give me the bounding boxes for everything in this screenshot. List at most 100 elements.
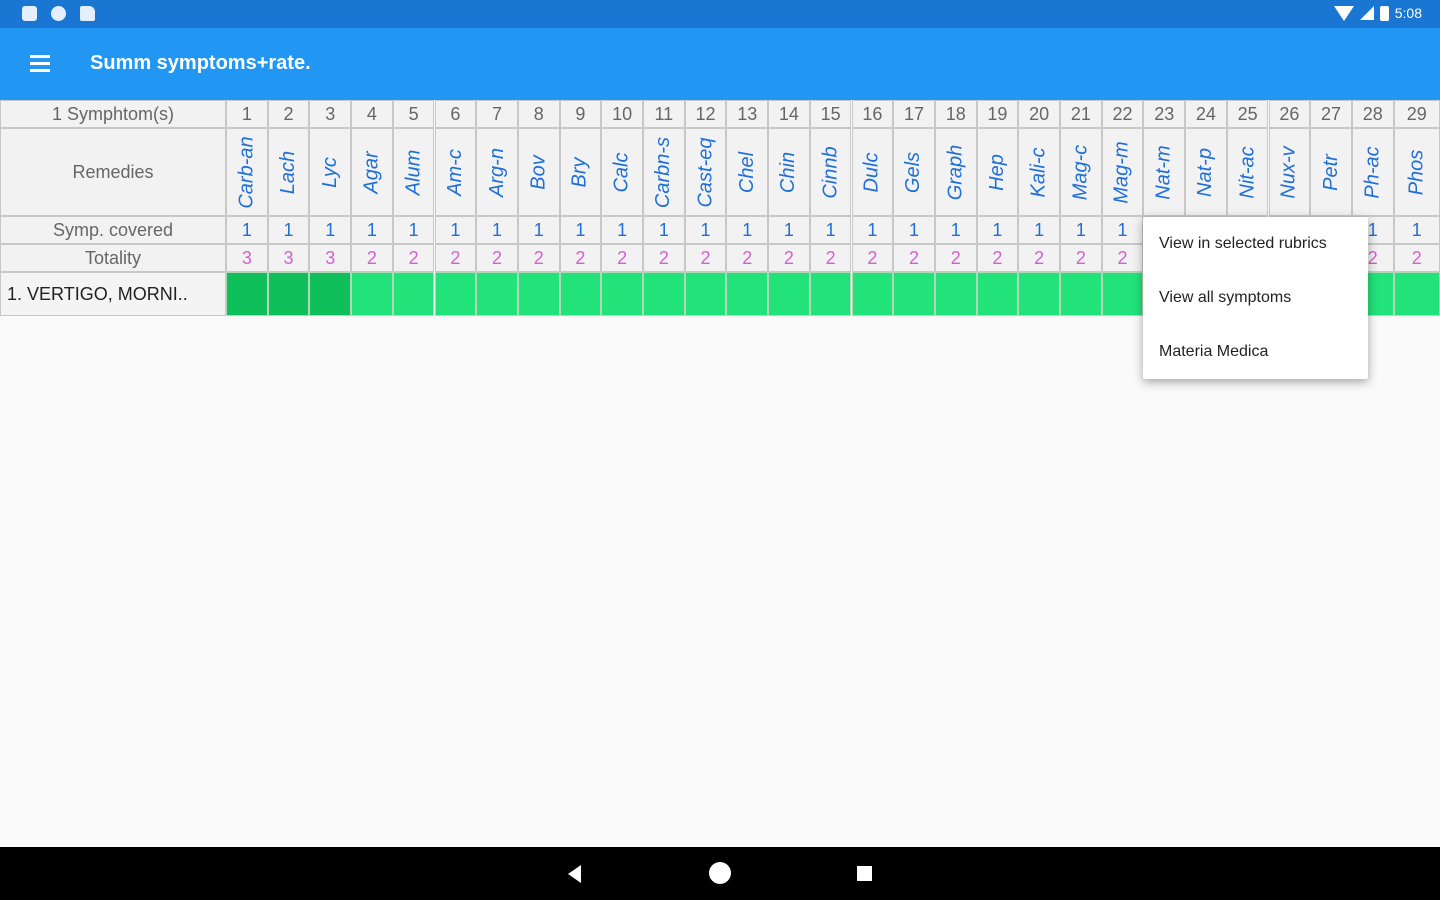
remedy-name: Agar	[360, 150, 383, 194]
column-number: 11	[643, 100, 685, 128]
remedy-header[interactable]: Cinnb	[809, 128, 852, 216]
symptom-score-cell[interactable]	[893, 272, 935, 316]
symptoms-covered-value: 1	[643, 216, 685, 244]
remedy-header[interactable]: Graph	[934, 128, 977, 216]
symptoms-covered-value: 1	[351, 216, 393, 244]
menu-item-materia-medica[interactable]: Materia Medica	[1159, 343, 1268, 361]
hamburger-menu-icon[interactable]	[22, 50, 58, 78]
remedy-header[interactable]: Nux-v	[1268, 128, 1311, 216]
symptoms-covered-value: 1	[1060, 216, 1102, 244]
column-number: 6	[434, 100, 477, 128]
symptom-score-cell[interactable]	[559, 272, 602, 316]
symptom-score-cell[interactable]	[809, 272, 852, 316]
menu-item-view-all-symptoms[interactable]: View all symptoms	[1159, 289, 1291, 307]
symptoms-covered-value: 1	[559, 216, 602, 244]
remedy-header[interactable]: Hep	[976, 128, 1019, 216]
remedy-header[interactable]: Lyc	[309, 128, 352, 216]
notification-icon	[22, 6, 37, 21]
back-icon[interactable]	[568, 865, 581, 883]
column-number: 24	[1185, 100, 1227, 128]
remedy-name: Lyc	[318, 156, 341, 188]
remedy-name: Chel	[735, 151, 758, 193]
totality-value: 2	[476, 244, 518, 272]
symptoms-covered-value: 1	[226, 216, 268, 244]
totality-value: 2	[934, 244, 977, 272]
remedy-header[interactable]: Phos	[1393, 128, 1440, 216]
symptom-score-cell[interactable]	[976, 272, 1019, 316]
symptom-score-cell[interactable]	[684, 272, 727, 316]
symptom-score-cell[interactable]	[768, 272, 810, 316]
remedy-name: Calc	[610, 151, 633, 193]
remedy-header[interactable]: Alum	[392, 128, 435, 216]
symptom-score-cell[interactable]	[851, 272, 894, 316]
remedy-header[interactable]: Gels	[893, 128, 935, 216]
remedy-header[interactable]: Arg-n	[476, 128, 518, 216]
remedy-header[interactable]: Bry	[559, 128, 602, 216]
remedy-header[interactable]: Nit-ac	[1226, 128, 1269, 216]
remedy-header[interactable]: Agar	[351, 128, 393, 216]
totality-value: 2	[643, 244, 685, 272]
symptom-score-cell[interactable]	[434, 272, 477, 316]
column-number: 27	[1310, 100, 1352, 128]
remedy-header[interactable]: Chel	[726, 128, 769, 216]
symptom-row-label[interactable]: 1. VERTIGO, MORNI..	[0, 272, 226, 316]
wifi-icon	[1333, 5, 1354, 21]
column-number: 29	[1393, 100, 1440, 128]
symptom-score-cell[interactable]	[267, 272, 310, 316]
symptom-score-cell[interactable]	[1018, 272, 1060, 316]
totality-value: 3	[309, 244, 352, 272]
recents-icon[interactable]	[857, 866, 872, 881]
sd-card-icon	[80, 6, 95, 21]
remedy-header[interactable]: Nat-p	[1185, 128, 1227, 216]
remedy-name: Chin	[777, 151, 800, 193]
remedy-header[interactable]: Calc	[601, 128, 643, 216]
remedy-name: Bry	[568, 157, 591, 187]
remedy-header[interactable]: Carb-an	[226, 128, 268, 216]
home-icon[interactable]	[709, 862, 731, 884]
remedy-header[interactable]: Lach	[267, 128, 310, 216]
remedy-header[interactable]: Bov	[517, 128, 560, 216]
menu-item-view-in-selected-rubrics[interactable]: View in selected rubrics	[1159, 235, 1327, 253]
symptom-score-cell[interactable]	[1060, 272, 1102, 316]
symptom-score-cell[interactable]	[643, 272, 685, 316]
symptom-score-cell[interactable]	[1393, 272, 1440, 316]
column-number: 28	[1351, 100, 1394, 128]
remedy-header[interactable]: Chin	[768, 128, 810, 216]
symptoms-covered-value: 1	[434, 216, 477, 244]
remedy-header[interactable]: Mag-c	[1060, 128, 1102, 216]
status-time: 5:08	[1394, 5, 1422, 21]
column-number: 21	[1060, 100, 1102, 128]
remedy-header[interactable]: Petr	[1310, 128, 1352, 216]
remedy-header[interactable]: Kali-c	[1018, 128, 1060, 216]
column-number: 9	[559, 100, 602, 128]
remedy-header[interactable]: Cast-eq	[684, 128, 727, 216]
remedy-header[interactable]: Nat-m	[1143, 128, 1186, 216]
totality-value: 2	[601, 244, 643, 272]
symptom-score-cell[interactable]	[934, 272, 977, 316]
remedy-header[interactable]: Am-c	[434, 128, 477, 216]
symptom-score-cell[interactable]	[476, 272, 518, 316]
symptoms-covered-value: 1	[726, 216, 769, 244]
remedy-header[interactable]: Ph-ac	[1351, 128, 1394, 216]
symptom-score-cell[interactable]	[517, 272, 560, 316]
symptom-score-cell[interactable]	[392, 272, 435, 316]
remedy-header[interactable]: Mag-m	[1101, 128, 1144, 216]
symptom-score-cell[interactable]	[1101, 272, 1144, 316]
symptom-score-cell[interactable]	[226, 272, 268, 316]
symptom-score-cell[interactable]	[726, 272, 769, 316]
column-number: 3	[309, 100, 352, 128]
remedy-header[interactable]: Dulc	[851, 128, 894, 216]
navigation-bar	[0, 847, 1440, 900]
remedy-header[interactable]: Carbn-s	[643, 128, 685, 216]
symptoms-covered-value: 1	[1018, 216, 1060, 244]
remedy-name: Phos	[1405, 149, 1428, 195]
totality-value: 2	[726, 244, 769, 272]
symptom-score-cell[interactable]	[309, 272, 352, 316]
symptom-score-cell[interactable]	[351, 272, 393, 316]
column-number: 7	[476, 100, 518, 128]
remedy-name: Ph-ac	[1361, 145, 1384, 199]
symptom-score-cell[interactable]	[601, 272, 643, 316]
totality-value: 2	[1060, 244, 1102, 272]
totality-value: 2	[684, 244, 727, 272]
symptoms-covered-value: 1	[392, 216, 435, 244]
